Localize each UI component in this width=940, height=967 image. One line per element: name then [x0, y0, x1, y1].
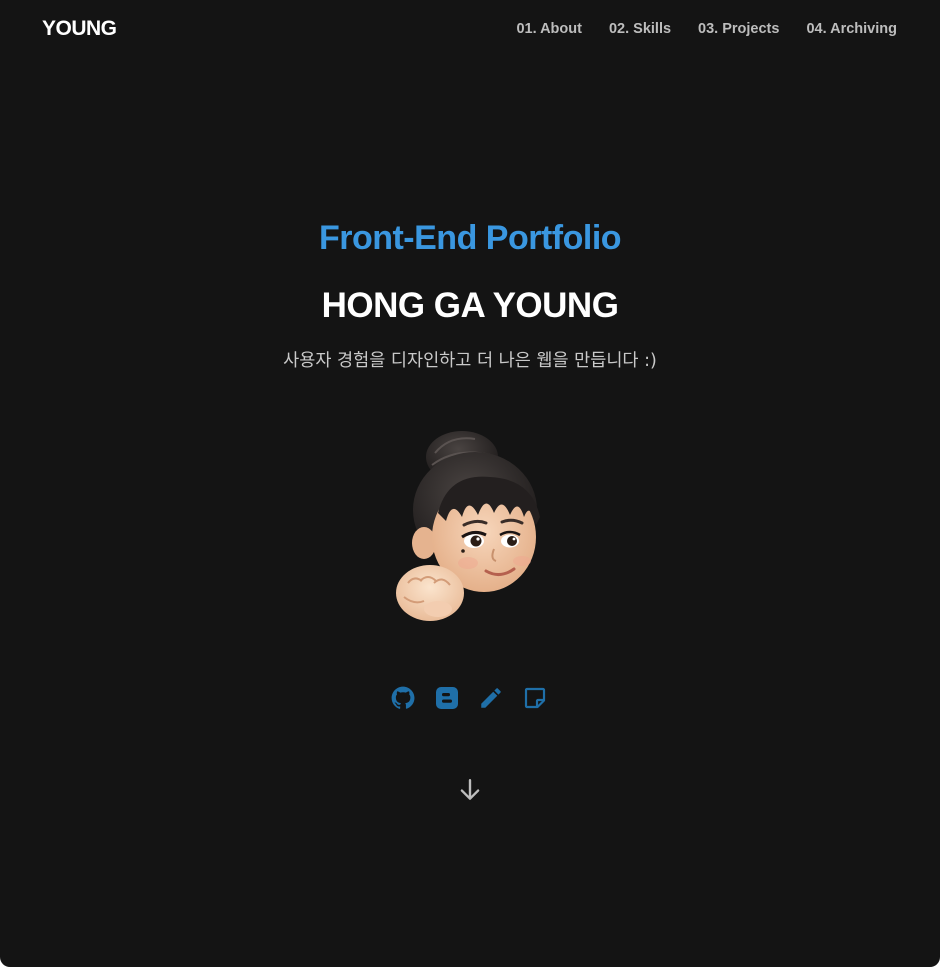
arrow-down-icon[interactable] — [457, 777, 483, 803]
logo[interactable]: YOUNG — [42, 17, 117, 41]
memoji-avatar — [396, 431, 540, 621]
blogger-icon — [436, 687, 458, 709]
sticky-note-icon — [524, 687, 546, 709]
note-link[interactable] — [522, 685, 548, 711]
github-link[interactable] — [390, 685, 416, 711]
page: YOUNG 01. About 02. Skills 03. Projects … — [0, 0, 940, 967]
pencil-link[interactable] — [478, 685, 504, 711]
nav-skills[interactable]: 02. Skills — [609, 21, 671, 37]
github-icon — [391, 686, 415, 709]
pencil-icon — [481, 688, 501, 708]
hero-name: HONG GA YOUNG — [321, 286, 619, 325]
nav-archiving[interactable]: 04. Archiving — [806, 21, 897, 37]
hero-tagline: 사용자 경험을 디자인하고 더 나은 웹을 만듭니다 :) — [283, 351, 657, 371]
main-nav: 01. About 02. Skills 03. Projects 04. Ar… — [516, 21, 897, 37]
blogger-link[interactable] — [434, 685, 460, 711]
hero-subtitle: Front-End Portfolio — [318, 219, 622, 257]
nav-about[interactable]: 01. About — [516, 21, 582, 37]
nav-projects[interactable]: 03. Projects — [698, 21, 779, 37]
social-links — [390, 685, 548, 711]
header: YOUNG 01. About 02. Skills 03. Projects … — [0, 0, 940, 62]
